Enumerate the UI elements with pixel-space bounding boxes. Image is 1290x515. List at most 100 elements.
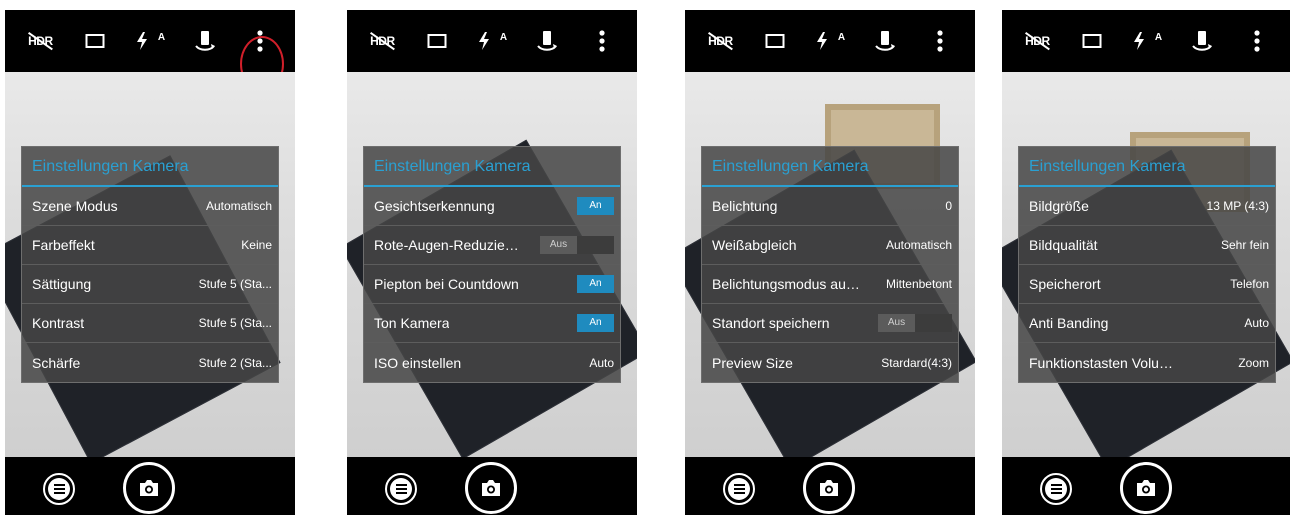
settings-row[interactable]: Funktionstasten Volum... Zoom — [1019, 343, 1275, 382]
settings-row-label: Schärfe — [32, 354, 81, 371]
panel-title: Einstellungen Kamera — [22, 147, 278, 187]
flash-auto-icon[interactable]: A — [472, 21, 512, 61]
settings-row-label: Belichtungsmodus aus... — [712, 276, 861, 292]
toggle-off-segment — [540, 275, 577, 293]
toggle-off-segment: Aus — [540, 236, 577, 254]
switch-camera-icon[interactable] — [1182, 21, 1222, 61]
hdr-off-icon[interactable]: HDR — [1017, 21, 1057, 61]
settings-row-label: Standort speichern — [712, 315, 830, 331]
settings-row-label: Sättigung — [32, 276, 92, 292]
menu-icon[interactable] — [723, 473, 755, 505]
settings-row[interactable]: Rote-Augen-Reduzieru... Aus — [364, 226, 620, 265]
switch-camera-icon[interactable] — [527, 21, 567, 61]
phone-screen-1: HDR A Einstellungen Kamera Szene Modus Autom… — [5, 10, 295, 515]
settings-row-value: Mittenbetont — [885, 277, 952, 291]
settings-panel: Einstellungen Kamera Bildgröße 13 MP (4:3)… — [1018, 146, 1276, 383]
settings-row-value: Automatisch — [205, 199, 272, 213]
settings-toggle[interactable]: Aus — [878, 314, 952, 332]
settings-row[interactable]: Gesichtserkennung An — [364, 187, 620, 226]
camera-bottom-bar — [347, 457, 637, 515]
toggle-on-segment: An — [577, 197, 614, 215]
panel-title: Einstellungen Kamera — [1019, 147, 1275, 187]
settings-row-label: Weißabgleich — [712, 237, 797, 253]
toggle-off-segment: Aus — [878, 314, 915, 332]
settings-row-value: Auto — [589, 355, 614, 370]
settings-row-value: Stardard(4:3) — [881, 355, 952, 370]
flash-auto-icon[interactable]: A — [810, 21, 850, 61]
settings-toggle[interactable]: Aus — [540, 236, 614, 254]
settings-row-label: Preview Size — [712, 354, 793, 371]
overflow-menu-icon[interactable] — [1237, 21, 1277, 61]
settings-row-label: Belichtung — [712, 198, 778, 214]
aspect-ratio-icon[interactable] — [75, 21, 115, 61]
settings-row[interactable]: Ton Kamera An — [364, 304, 620, 343]
overflow-menu-icon[interactable] — [582, 21, 622, 61]
camera-shutter-icon[interactable] — [1120, 462, 1172, 514]
settings-row[interactable]: Bildqualität Sehr fein — [1019, 226, 1275, 265]
panel-title: Einstellungen Kamera — [364, 147, 620, 187]
flash-auto-label: A — [157, 31, 166, 43]
settings-row[interactable]: Weißabgleich Automatisch — [702, 226, 958, 265]
hdr-off-icon[interactable]: HDR — [362, 21, 402, 61]
settings-row-label: Rote-Augen-Reduzieru... — [374, 237, 523, 253]
toggle-on-segment — [915, 314, 952, 332]
camera-top-toolbar: HDR A — [347, 10, 637, 72]
settings-row[interactable]: Szene Modus Automatisch — [22, 187, 278, 226]
hdr-label: HDR — [28, 34, 53, 48]
settings-row[interactable]: Sättigung Stufe 5 (Sta... — [22, 265, 278, 304]
camera-bottom-bar — [685, 457, 975, 515]
settings-row-value: Automatisch — [885, 238, 952, 252]
settings-row-label: Bildqualität — [1029, 237, 1098, 253]
toggle-on-segment: An — [577, 275, 614, 293]
aspect-ratio-icon[interactable] — [755, 21, 795, 61]
hdr-off-icon[interactable]: HDR — [20, 21, 60, 61]
settings-row-value: Stufe 5 (Sta... — [198, 316, 272, 330]
settings-row[interactable]: Piepton bei Countdown An — [364, 265, 620, 304]
camera-bottom-bar — [5, 457, 295, 515]
settings-toggle[interactable]: An — [540, 197, 614, 215]
aspect-ratio-icon[interactable] — [417, 21, 457, 61]
settings-row[interactable]: Anti Banding Auto — [1019, 304, 1275, 343]
settings-row[interactable]: Bildgröße 13 MP (4:3) — [1019, 187, 1275, 226]
settings-row[interactable]: Standort speichern Aus — [702, 304, 958, 343]
settings-panel: Einstellungen Kamera Gesichtserkennung An R… — [363, 146, 621, 383]
camera-shutter-icon[interactable] — [465, 462, 517, 514]
aspect-ratio-icon[interactable] — [1072, 21, 1112, 61]
switch-camera-icon[interactable] — [185, 21, 225, 61]
menu-icon[interactable] — [43, 473, 75, 505]
settings-panel: Einstellungen Kamera Belichtung 0 Weißabgle… — [701, 146, 959, 383]
settings-row[interactable]: Belichtungsmodus aus... Mittenbetont — [702, 265, 958, 304]
settings-row[interactable]: Speicherort Telefon — [1019, 265, 1275, 304]
panel-title: Einstellungen Kamera — [702, 147, 958, 187]
settings-row-label: Szene Modus — [32, 198, 118, 214]
settings-row[interactable]: Schärfe Stufe 2 (Sta... — [22, 343, 278, 382]
settings-row[interactable]: ISO einstellen Auto — [364, 343, 620, 382]
flash-auto-icon[interactable]: A — [130, 21, 170, 61]
flash-auto-label: A — [1154, 31, 1163, 43]
settings-row[interactable]: Kontrast Stufe 5 (Sta... — [22, 304, 278, 343]
flash-auto-icon[interactable]: A — [1127, 21, 1167, 61]
settings-row[interactable]: Preview Size Stardard(4:3) — [702, 343, 958, 382]
overflow-menu-icon[interactable] — [920, 21, 960, 61]
settings-row[interactable]: Farbeffekt Keine — [22, 226, 278, 265]
camera-shutter-icon[interactable] — [123, 462, 175, 514]
switch-camera-icon[interactable] — [865, 21, 905, 61]
phone-screen-3: HDR A Einstellungen Kamera Belichtung 0 Weißa… — [685, 10, 975, 515]
settings-row-label: ISO einstellen — [374, 354, 462, 371]
camera-top-toolbar: HDR A — [685, 10, 975, 72]
menu-icon[interactable] — [385, 473, 417, 505]
settings-toggle[interactable]: An — [540, 275, 614, 293]
settings-row-value: Stufe 5 (Sta... — [198, 277, 272, 291]
settings-row-label: Gesichtserkennung — [374, 198, 495, 214]
settings-row-value: Auto — [1244, 316, 1269, 330]
menu-icon[interactable] — [1040, 473, 1072, 505]
settings-toggle[interactable]: An — [540, 314, 614, 332]
settings-row-value: 13 MP (4:3) — [1206, 199, 1269, 213]
flash-auto-label: A — [837, 31, 846, 43]
settings-row[interactable]: Belichtung 0 — [702, 187, 958, 226]
hdr-off-icon[interactable]: HDR — [700, 21, 740, 61]
settings-row-value: Zoom — [1238, 355, 1269, 370]
settings-row-label: Farbeffekt — [32, 237, 95, 253]
settings-row-label: Ton Kamera — [374, 315, 450, 331]
camera-shutter-icon[interactable] — [803, 462, 855, 514]
